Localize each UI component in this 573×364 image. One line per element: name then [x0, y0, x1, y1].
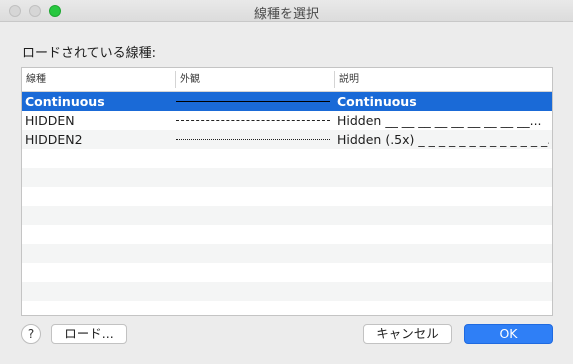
column-header-description[interactable]: 説明 [335, 68, 552, 91]
row-linetype-name: HIDDEN [25, 113, 75, 128]
loaded-linetypes-label: ロードされている線種: [22, 46, 156, 61]
table-body: Continuous Continuous HIDDEN Hidden __ _… [22, 92, 552, 315]
select-linetype-dialog: 線種を選択 ロードされている線種: 線種 外観 説明 Continuous Co… [0, 0, 573, 364]
linetype-table[interactable]: 線種 外観 説明 Continuous Continuous HIDDEN Hi… [21, 67, 553, 316]
row-linetype-name: HIDDEN2 [25, 132, 83, 147]
row-linetype-preview [176, 130, 332, 149]
empty-row [22, 149, 552, 168]
table-row-continuous[interactable]: Continuous Continuous [22, 92, 552, 111]
solid-line-preview [176, 101, 330, 102]
empty-row [22, 263, 552, 282]
empty-row [22, 244, 552, 263]
table-row-hidden[interactable]: HIDDEN Hidden __ __ __ __ __ __ __ __ __… [22, 111, 552, 130]
row-linetype-description: Hidden __ __ __ __ __ __ __ __ __... [337, 113, 542, 128]
table-header: 線種 外観 説明 [22, 68, 552, 92]
column-header-appearance[interactable]: 外観 [176, 68, 334, 91]
help-button[interactable]: ? [21, 324, 41, 344]
empty-row [22, 187, 552, 206]
empty-row [22, 225, 552, 244]
title-bar: 線種を選択 [0, 0, 573, 22]
window-title: 線種を選択 [253, 7, 319, 22]
table-row-hidden2[interactable]: HIDDEN2 Hidden (.5x) _ _ _ _ _ _ _ _ _ _… [22, 130, 552, 149]
row-linetype-description: Continuous [337, 94, 417, 109]
row-linetype-preview [176, 92, 332, 111]
ok-button[interactable]: OK [464, 324, 553, 344]
dotted-line-preview [176, 139, 330, 140]
cancel-button[interactable]: キャンセル [363, 324, 452, 344]
load-button[interactable]: ロード... [51, 324, 127, 344]
dashed-line-preview [176, 120, 330, 121]
empty-row [22, 206, 552, 225]
row-linetype-description: Hidden (.5x) _ _ _ _ _ _ _ _ _ _ _ _ _..… [337, 132, 549, 147]
row-linetype-preview [176, 111, 332, 130]
column-header-linetype[interactable]: 線種 [22, 68, 175, 91]
empty-row [22, 301, 552, 315]
empty-row [22, 282, 552, 301]
empty-row [22, 168, 552, 187]
row-linetype-name: Continuous [25, 94, 105, 109]
